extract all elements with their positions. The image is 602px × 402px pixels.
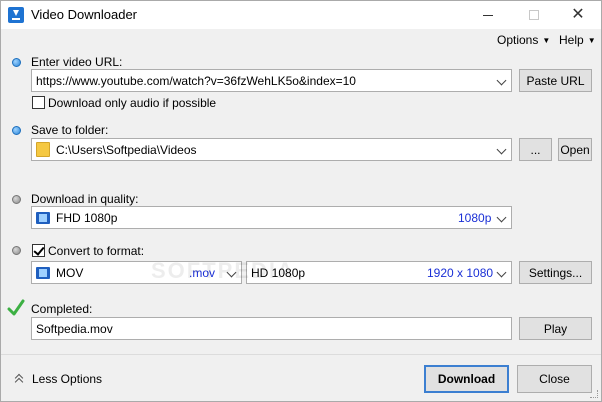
softpedia-watermark: SOFTPEDIA xyxy=(151,258,295,283)
minimize-icon xyxy=(483,14,493,16)
options-menu-label: Options xyxy=(497,33,539,47)
quality-select[interactable]: FHD 1080p 1080p xyxy=(31,206,512,229)
chevron-down-icon[interactable] xyxy=(496,212,507,223)
resize-grip[interactable] xyxy=(590,390,598,398)
chevron-down-icon[interactable] xyxy=(496,267,507,278)
video-downloader-window: Video Downloader ✕ Options ▼ Help ▼ Enter … xyxy=(0,0,602,402)
url-value: https://www.youtube.com/watch?v=36fzWehL… xyxy=(36,73,356,88)
chevron-down-icon: ▼ xyxy=(542,36,551,45)
maximize-icon xyxy=(529,10,539,20)
audio-only-checkbox[interactable] xyxy=(32,96,45,109)
audio-only-label: Download only audio if possible xyxy=(48,96,217,110)
completed-label: Completed: xyxy=(31,302,93,316)
chevron-down-icon[interactable] xyxy=(496,75,507,86)
less-options-label: Less Options xyxy=(32,372,103,386)
help-menu-label: Help xyxy=(559,33,584,47)
quality-selected: FHD 1080p xyxy=(56,210,118,225)
chevron-down-icon: ▼ xyxy=(587,36,596,45)
convert-section-bullet-icon xyxy=(12,246,21,255)
url-input[interactable]: https://www.youtube.com/watch?v=36fzWehL… xyxy=(31,69,512,92)
quality-label: Download in quality: xyxy=(31,192,139,206)
film-icon xyxy=(36,266,50,279)
close-icon: ✕ xyxy=(571,6,585,23)
convert-format-checkbox[interactable] xyxy=(32,244,45,257)
close-window-button[interactable]: ✕ xyxy=(555,1,601,29)
format-value: MOV xyxy=(56,265,84,280)
footer-divider xyxy=(1,354,601,355)
double-chevron-up-icon xyxy=(15,374,24,384)
browse-folder-button[interactable]: ... xyxy=(519,138,552,161)
less-options-toggle[interactable]: Less Options xyxy=(15,372,102,386)
film-icon xyxy=(36,211,50,224)
close-button[interactable]: Close xyxy=(517,365,592,393)
folder-label: Save to folder: xyxy=(31,123,109,137)
checkmark-icon xyxy=(7,299,25,316)
open-folder-button[interactable]: Open xyxy=(558,138,592,161)
folder-icon xyxy=(36,142,50,157)
window-title: Video Downloader xyxy=(31,7,137,22)
title-bar: Video Downloader ✕ xyxy=(1,1,601,29)
help-menu[interactable]: Help ▼ xyxy=(559,33,596,47)
completed-file-field[interactable]: Softpedia.mov xyxy=(31,317,512,340)
play-button[interactable]: Play xyxy=(519,317,592,340)
maximize-button[interactable] xyxy=(511,1,557,29)
resolution-detail: 1920 x 1080 xyxy=(427,265,494,280)
folder-path-value: C:\Users\Softpedia\Videos xyxy=(56,142,197,157)
quality-detail: 1080p xyxy=(458,210,492,225)
quality-section-bullet-icon xyxy=(12,195,21,204)
options-menu[interactable]: Options ▼ xyxy=(497,33,550,47)
download-app-icon xyxy=(8,7,24,23)
download-button[interactable]: Download xyxy=(424,365,509,393)
url-label: Enter video URL: xyxy=(31,55,123,69)
settings-button[interactable]: Settings... xyxy=(519,261,592,284)
minimize-button[interactable] xyxy=(465,1,511,29)
folder-path-input[interactable]: C:\Users\Softpedia\Videos xyxy=(31,138,512,161)
url-section-bullet-icon xyxy=(12,58,21,67)
chevron-down-icon[interactable] xyxy=(496,144,507,155)
completed-filename: Softpedia.mov xyxy=(36,321,113,336)
folder-section-bullet-icon xyxy=(12,126,21,135)
paste-url-button[interactable]: Paste URL xyxy=(519,69,592,92)
convert-label: Convert to format: xyxy=(48,244,145,258)
